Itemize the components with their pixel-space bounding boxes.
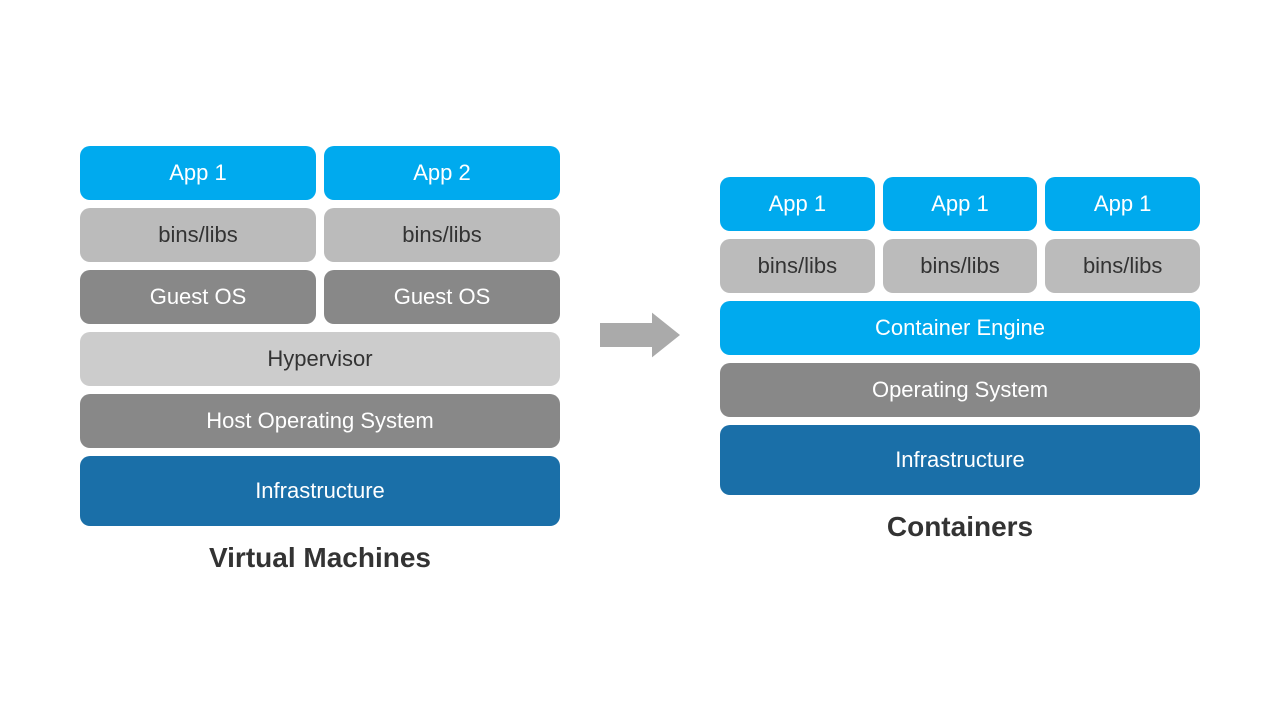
c-app1-label: App 1 (769, 191, 827, 217)
vm-bins1-box: bins/libs (80, 208, 316, 262)
c-bins1-box: bins/libs (720, 239, 875, 293)
c-container-engine-box: Container Engine (720, 301, 1200, 355)
vm-guestos1-box: Guest OS (80, 270, 316, 324)
arrow (600, 305, 680, 365)
vm-guestos-row: Guest OS Guest OS (80, 270, 560, 324)
diagram: App 1 App 2 bins/libs bins/libs Guest OS (0, 0, 1280, 720)
containers-title: Containers (887, 511, 1033, 543)
vm-guestos1-label: Guest OS (150, 284, 247, 310)
containers-stack: App 1 App 1 App 1 bins/libs bins/libs b (720, 177, 1200, 495)
c-app3-box: App 1 (1045, 177, 1200, 231)
c-bins-row: bins/libs bins/libs bins/libs (720, 239, 1200, 293)
c-bins1-label: bins/libs (758, 253, 837, 279)
c-bins2-box: bins/libs (883, 239, 1038, 293)
c-infrastructure-box: Infrastructure (720, 425, 1200, 495)
vm-hypervisor-box: Hypervisor (80, 332, 560, 386)
vm-hostos-label: Host Operating System (206, 408, 433, 434)
vm-bins-row: bins/libs bins/libs (80, 208, 560, 262)
vm-title: Virtual Machines (209, 542, 431, 574)
vm-stack: App 1 App 2 bins/libs bins/libs Guest OS (80, 146, 560, 526)
vm-app1-label: App 1 (169, 160, 227, 186)
c-os-label: Operating System (872, 377, 1048, 403)
c-bins3-label: bins/libs (1083, 253, 1162, 279)
c-bins2-label: bins/libs (920, 253, 999, 279)
c-os-box: Operating System (720, 363, 1200, 417)
vm-bins1-label: bins/libs (158, 222, 237, 248)
vm-guestos2-label: Guest OS (394, 284, 491, 310)
vm-app2-label: App 2 (413, 160, 471, 186)
c-app3-label: App 1 (1094, 191, 1152, 217)
c-app2-label: App 1 (931, 191, 989, 217)
vm-hypervisor-label: Hypervisor (267, 346, 372, 372)
vm-app-row: App 1 App 2 (80, 146, 560, 200)
vm-infrastructure-label: Infrastructure (255, 478, 385, 504)
vm-app2-box: App 2 (324, 146, 560, 200)
vm-infrastructure-box: Infrastructure (80, 456, 560, 526)
c-app-row: App 1 App 1 App 1 (720, 177, 1200, 231)
vm-bins2-label: bins/libs (402, 222, 481, 248)
c-container-engine-label: Container Engine (875, 315, 1045, 341)
vm-hostos-box: Host Operating System (80, 394, 560, 448)
c-app2-box: App 1 (883, 177, 1038, 231)
vm-app1-box: App 1 (80, 146, 316, 200)
vm-bins2-box: bins/libs (324, 208, 560, 262)
virtual-machines-column: App 1 App 2 bins/libs bins/libs Guest OS (80, 146, 560, 574)
containers-column: App 1 App 1 App 1 bins/libs bins/libs b (720, 177, 1200, 543)
c-infrastructure-label: Infrastructure (895, 447, 1025, 473)
c-bins3-box: bins/libs (1045, 239, 1200, 293)
vm-guestos2-box: Guest OS (324, 270, 560, 324)
c-app1-box: App 1 (720, 177, 875, 231)
